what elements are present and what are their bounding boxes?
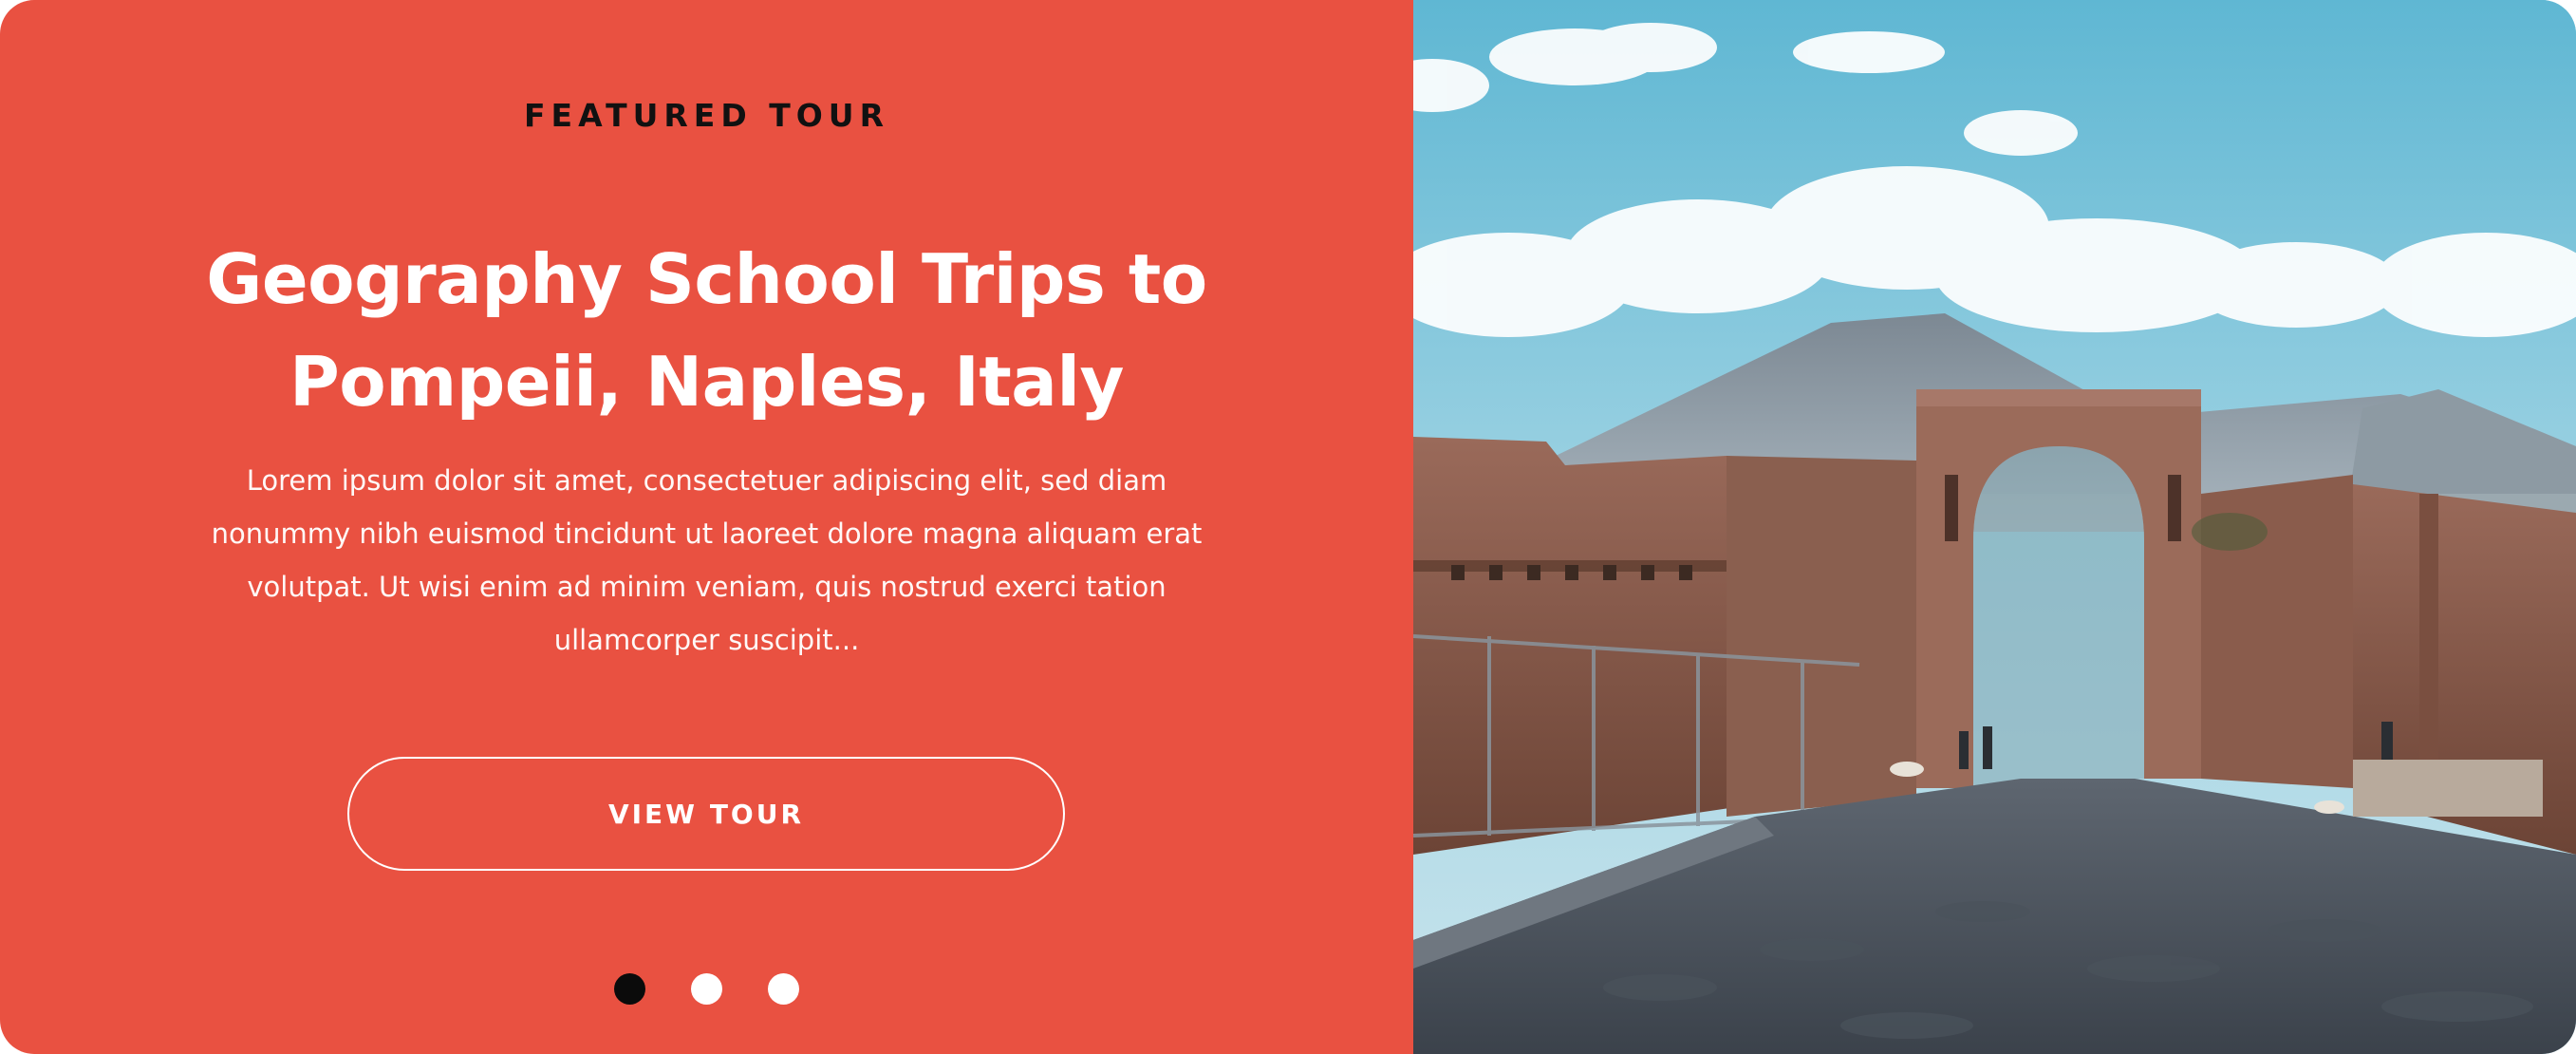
pompeii-ruins-image (1413, 0, 2576, 1054)
tour-title-line-2: Pompeii, Naples, Italy (289, 342, 1124, 422)
carousel-pagination (0, 973, 1413, 1005)
tour-title: Geography School Trips to Pompeii, Naple… (152, 228, 1261, 433)
tour-title-line-1: Geography School Trips to (206, 239, 1207, 319)
featured-tour-label: FEATURED TOUR (524, 97, 889, 134)
tour-description: Lorem ipsum dolor sit amet, consectetuer… (211, 464, 1203, 656)
carousel-dot-1[interactable] (614, 973, 645, 1005)
carousel-dot-2[interactable] (691, 973, 722, 1005)
view-tour-button[interactable]: VIEW TOUR (347, 757, 1065, 871)
featured-tour-card: FEATURED TOUR Geography School Trips to … (0, 0, 2576, 1054)
tour-info-panel: FEATURED TOUR Geography School Trips to … (0, 0, 1413, 1054)
tour-photo (1413, 0, 2576, 1054)
carousel-dot-3[interactable] (768, 973, 799, 1005)
